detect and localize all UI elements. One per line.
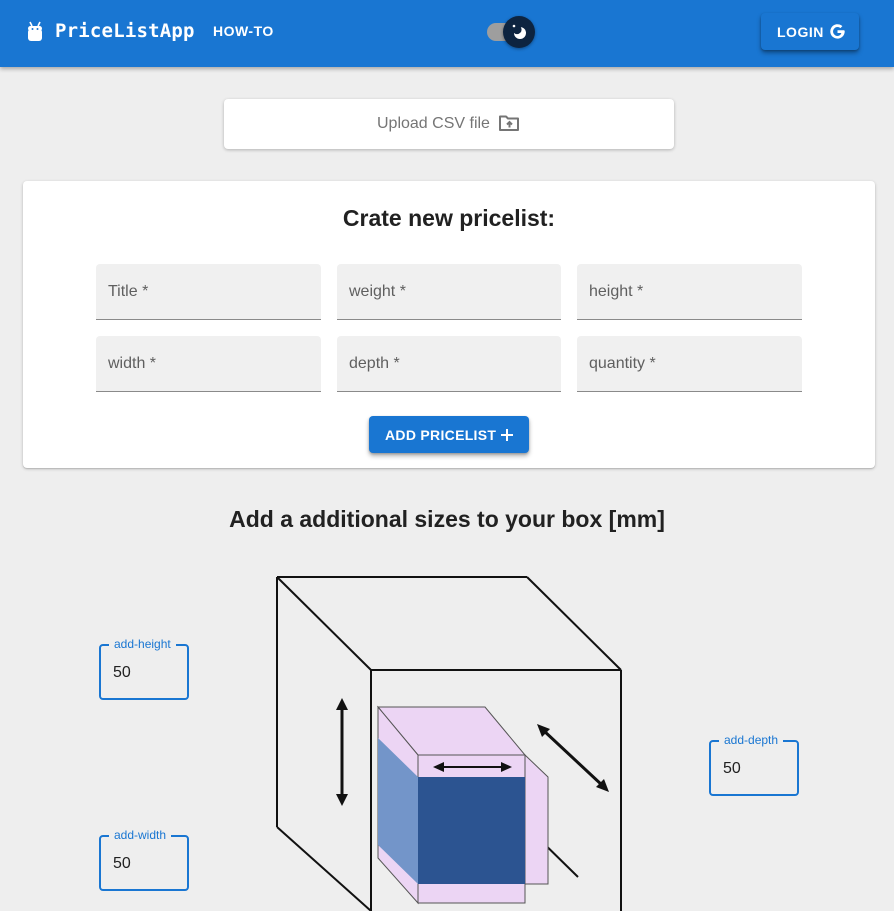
login-button[interactable]: LOGIN: [761, 13, 859, 50]
title-field[interactable]: Title *: [96, 264, 321, 320]
depth-field[interactable]: depth *: [337, 336, 561, 392]
add-depth-input[interactable]: [723, 760, 789, 778]
height-arrow: [336, 698, 348, 806]
app-bar: PriceListApp HOW-TO LOGIN: [0, 0, 894, 67]
create-pricelist-title: Crate new pricelist:: [342, 205, 556, 231]
height-field[interactable]: height *: [577, 264, 802, 320]
upload-csv-label: Upload CSV file: [377, 115, 490, 132]
title-field-label: Title *: [108, 283, 149, 300]
howto-link[interactable]: HOW-TO: [213, 23, 274, 39]
add-depth-field[interactable]: add-depth: [709, 733, 799, 796]
width-field[interactable]: width *: [96, 336, 321, 392]
box-sizes-title: Add a additional sizes to your box [mm]: [229, 506, 665, 532]
quantity-field[interactable]: quantity *: [577, 336, 802, 392]
add-width-field[interactable]: add-width: [99, 828, 189, 891]
add-height-field[interactable]: add-height: [99, 637, 189, 700]
add-height-label: add-height: [109, 637, 176, 651]
theme-toggle-thumb: [503, 16, 535, 48]
theme-toggle[interactable]: [486, 16, 538, 50]
add-height-input[interactable]: [113, 664, 179, 682]
add-pricelist-button[interactable]: ADD PRICELIST: [369, 416, 529, 453]
weight-field-label: weight *: [349, 283, 406, 300]
upload-csv-button[interactable]: Upload CSV file: [224, 99, 674, 149]
depth-field-label: depth *: [349, 355, 400, 372]
plus-icon: [501, 429, 513, 441]
add-pricelist-label: ADD PRICELIST: [385, 427, 497, 443]
add-width-label: add-width: [109, 828, 172, 842]
add-width-input[interactable]: [113, 855, 179, 873]
width-field-label: width *: [108, 355, 157, 372]
login-label: LOGIN: [777, 24, 824, 40]
create-pricelist-card: Crate new pricelist: Title * weight * he…: [23, 181, 875, 468]
google-icon: [830, 24, 845, 39]
folder-upload-icon: [499, 115, 519, 131]
height-field-label: height *: [589, 283, 644, 300]
weight-field[interactable]: weight *: [337, 264, 561, 320]
add-depth-label: add-depth: [719, 733, 784, 747]
quantity-field-label: quantity *: [589, 355, 656, 372]
app-brand[interactable]: PriceListApp: [55, 20, 195, 42]
moon-icon: [512, 24, 526, 39]
inner-box: [376, 705, 549, 905]
android-icon: [28, 21, 42, 41]
